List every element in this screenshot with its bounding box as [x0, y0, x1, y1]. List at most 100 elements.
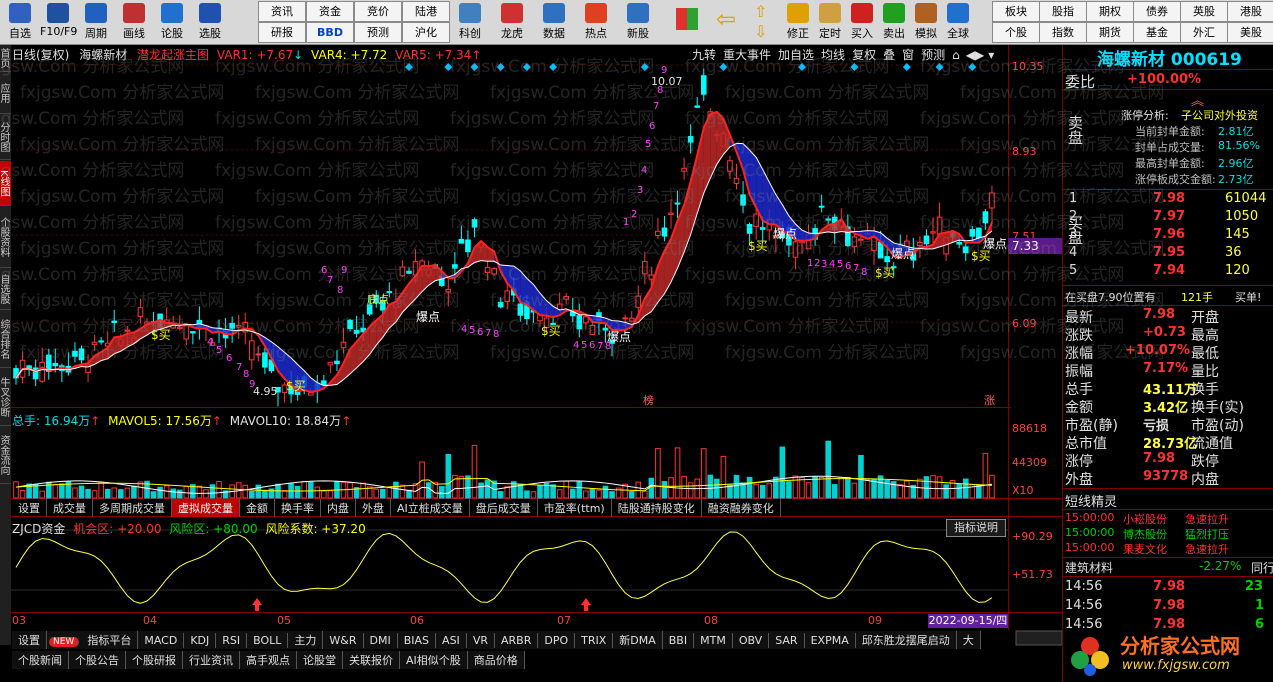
indicator-tab-5[interactable]: RSI: [216, 633, 248, 648]
indicator-tab-23[interactable]: 大: [957, 631, 981, 649]
indicator-tab-22[interactable]: 邱东胜龙摆尾启动: [856, 631, 957, 649]
dragon-icon: [501, 3, 523, 23]
toolbar-chart-button[interactable]: 科创: [452, 0, 488, 44]
market-tab-4[interactable]: 英股: [1180, 1, 1228, 22]
market-tab2-2[interactable]: 期货: [1086, 22, 1134, 43]
toolbar-pe-button[interactable]: 数据: [536, 0, 572, 44]
sprite-stock[interactable]: 果麦文化: [1123, 541, 1167, 557]
news-tab-1[interactable]: 个股公告: [69, 651, 126, 669]
news-tab-7[interactable]: AI相似个股: [400, 651, 468, 669]
news-tab-0[interactable]: 个股新闻: [12, 651, 69, 669]
volume-tab-3[interactable]: 虚拟成交量: [172, 499, 240, 517]
market-tab-5[interactable]: 港股: [1227, 1, 1273, 22]
market-tab2-1[interactable]: 指数: [1039, 22, 1087, 43]
toolbar-tab2-0[interactable]: 研报: [258, 22, 306, 43]
toolbar-sell-button[interactable]: 卖出: [876, 0, 912, 44]
volume-tab-11[interactable]: 陆股通持股变化: [612, 499, 702, 517]
indicator-tab-21[interactable]: EXPMA: [805, 633, 856, 648]
market-tab2-5[interactable]: 美股: [1227, 22, 1273, 43]
toolbar-magnifier-button[interactable]: 选股: [192, 0, 228, 44]
toolbar-grid-button[interactable]: 自选: [2, 0, 38, 44]
toolbar-tab2-2[interactable]: 预测: [354, 22, 402, 43]
toolbar-tab2-1[interactable]: BBD: [306, 22, 354, 43]
sprite-stock[interactable]: 博杰股份: [1123, 526, 1167, 542]
toolbar-tab-0[interactable]: 资讯: [258, 1, 306, 22]
stat-label2: 最低: [1191, 346, 1219, 362]
indicator-tab-18[interactable]: MTM: [694, 633, 733, 648]
indicator-tab-20[interactable]: SAR: [769, 633, 805, 648]
indicator-explain-button[interactable]: 指标说明: [946, 519, 1006, 537]
chart-tool-6[interactable]: 窗: [902, 48, 914, 62]
toolbar-tab-3[interactable]: 陆港: [402, 1, 450, 22]
volume-tab-12[interactable]: 融资融券变化: [702, 499, 781, 517]
volume-tab-7[interactable]: 外盘: [356, 499, 391, 517]
market-tab2-3[interactable]: 基金: [1133, 22, 1181, 43]
volume-tab-9[interactable]: 盘后成交量: [470, 499, 538, 517]
market-tab2-4[interactable]: 外汇: [1180, 22, 1228, 43]
indicator-tab-9[interactable]: DMI: [364, 633, 398, 648]
toolbar-new-button[interactable]: 新股: [620, 0, 656, 44]
indicator-tab-6[interactable]: BOLL: [247, 633, 289, 648]
volume-tab-2[interactable]: 多周期成交量: [93, 499, 172, 517]
market-tab-1[interactable]: 股指: [1039, 1, 1087, 22]
up-arrow-icon[interactable]: ⇧: [754, 2, 776, 21]
sector-name[interactable]: 建筑材料: [1065, 559, 1113, 576]
toolbar-hot-button[interactable]: 热点: [578, 0, 614, 44]
color-scheme-icon[interactable]: [676, 8, 698, 30]
market-tab-3[interactable]: 债券: [1133, 1, 1181, 22]
indicator-tab-19[interactable]: OBV: [733, 633, 770, 648]
indicator-tab-3[interactable]: MACD: [138, 633, 185, 648]
volume-tab-0[interactable]: 设置: [12, 499, 47, 517]
indicator-tab-2[interactable]: 指标平台: [81, 631, 139, 649]
sector-peer[interactable]: 同行: [1251, 559, 1273, 576]
indicator-tab-17[interactable]: BBI: [663, 633, 695, 648]
left-tab-7[interactable]: 牛叉诊断: [0, 369, 11, 426]
toolbar-timer-button[interactable]: 定时: [812, 0, 848, 44]
volume-tab-10[interactable]: 市盈率(ttm): [538, 499, 612, 517]
volume-tab-1[interactable]: 成交量: [47, 499, 93, 517]
toolbar-coin-button[interactable]: 修正: [780, 0, 816, 44]
indicator-tab-7[interactable]: 主力: [288, 631, 324, 649]
news-tab-8[interactable]: 商品价格: [468, 651, 525, 669]
toolbar-globe-button[interactable]: 全球: [940, 0, 976, 44]
volume-tab-5[interactable]: 换手率: [275, 499, 321, 517]
indicator-tab-0[interactable]: 设置: [12, 631, 47, 649]
left-tab-8[interactable]: 资金流向: [0, 427, 11, 484]
market-tab-0[interactable]: 板块: [992, 1, 1040, 22]
toolbar-tab2-3[interactable]: 沪化: [402, 22, 450, 43]
indicator-tab-15[interactable]: TRIX: [575, 633, 614, 648]
indicator-tab-16[interactable]: 新DMA: [613, 631, 663, 649]
news-tab-6[interactable]: 关联报价: [343, 651, 400, 669]
market-tab-2[interactable]: 期权: [1086, 1, 1134, 22]
news-tab-2[interactable]: 个股研报: [126, 651, 183, 669]
volume-tab-4[interactable]: 金额: [240, 499, 275, 517]
indicator-tab-10[interactable]: BIAS: [398, 633, 437, 648]
news-tab-5[interactable]: 论股堂: [297, 651, 343, 669]
toolbar-tab-2[interactable]: 竞价: [354, 1, 402, 22]
date-tick: 09: [868, 614, 882, 627]
toolbar-tab-1[interactable]: 资金: [306, 1, 354, 22]
toolbar-pen-button[interactable]: 画线: [116, 0, 152, 44]
market-tab2-0[interactable]: 个股: [992, 22, 1040, 43]
back-arrow-icon[interactable]: ⇦: [716, 7, 744, 31]
news-tab-3[interactable]: 行业资讯: [183, 651, 240, 669]
toolbar-report-button[interactable]: F10/F9: [40, 0, 77, 44]
indicator-tab-12[interactable]: VR: [467, 633, 495, 648]
down-arrow-icon[interactable]: ⇩: [754, 22, 776, 41]
volume-tab-8[interactable]: AI立桩成交量: [391, 499, 470, 517]
indicator-tab-1[interactable]: NEW: [49, 637, 80, 647]
indicator-tab-11[interactable]: ASI: [436, 633, 467, 648]
toolbar-buy-button[interactable]: 买入: [844, 0, 880, 44]
indicator-tab-14[interactable]: DPO: [538, 633, 576, 648]
limit-row-value: 81.56%: [1218, 139, 1260, 152]
sprite-stock[interactable]: 小崧股份: [1123, 511, 1167, 527]
indicator-tab-8[interactable]: W&R: [323, 633, 364, 648]
toolbar-clock-button[interactable]: 周期: [78, 0, 114, 44]
toolbar-hammer-button[interactable]: 模拟: [908, 0, 944, 44]
volume-tab-6[interactable]: 内盘: [321, 499, 356, 517]
toolbar-dragon-button[interactable]: 龙虎: [494, 0, 530, 44]
indicator-tab-4[interactable]: KDJ: [184, 633, 217, 648]
indicator-tab-13[interactable]: ARBR: [495, 633, 539, 648]
news-tab-4[interactable]: 高手观点: [240, 651, 297, 669]
toolbar-chat-button[interactable]: 论股: [154, 0, 190, 44]
